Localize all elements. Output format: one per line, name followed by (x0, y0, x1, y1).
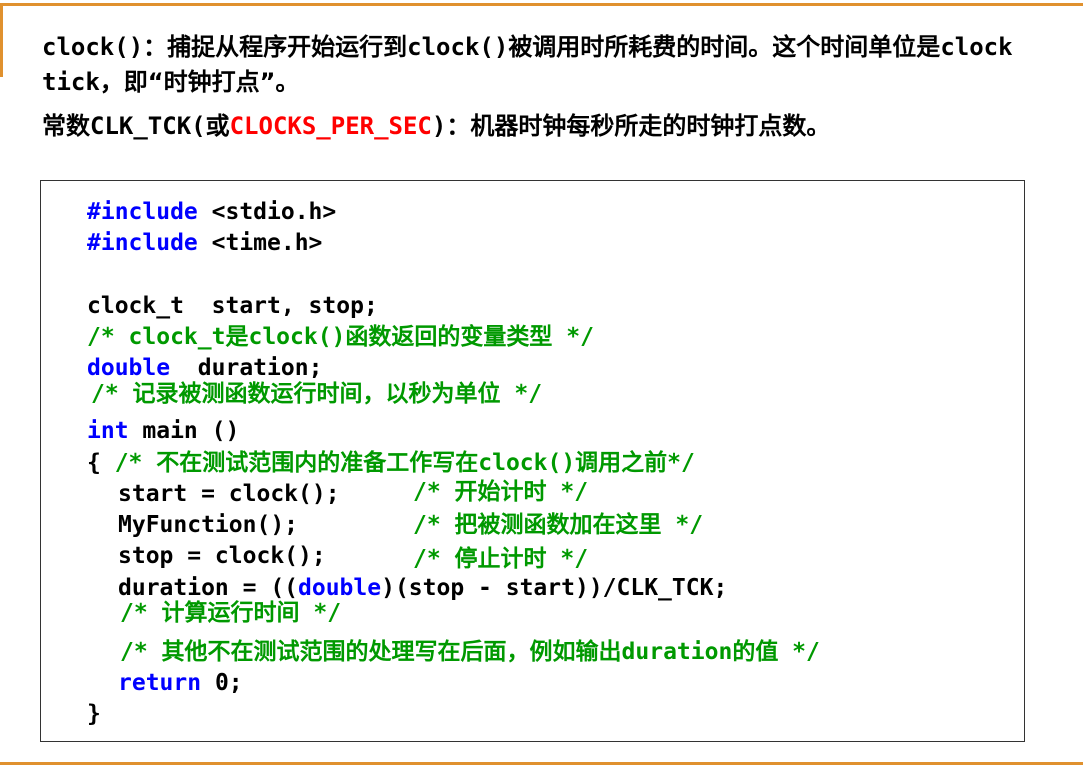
code-line-brace-close: } (87, 701, 101, 727)
main-signature: main () (128, 418, 240, 444)
intro-text-1a: ：捕捉从程序开始运行到 (143, 33, 408, 61)
left-accent-mark (0, 3, 3, 77)
code-line-duration-decl: double duration; (87, 354, 322, 382)
top-accent-rule (0, 3, 1083, 6)
code-comment-myfunction: /* 把被测函数加在这里 */ (413, 512, 704, 538)
duration-decl-rest: duration; (170, 355, 323, 381)
code-line-include-stdio: #include <stdio.h> (87, 198, 336, 226)
intro-text-1b: 被调用时所耗费的时间。这个时间单位是 (508, 33, 941, 61)
intro-paragraph-2: 常数CLK_TCK(或CLOCKS_PER_SEC)：机器时钟每秒所走的时钟打点… (42, 109, 1052, 144)
bottom-accent-rule (0, 762, 1083, 765)
keyword-return: return (118, 670, 202, 696)
intro-text-2a: 常数 (42, 112, 90, 140)
include-target: <time.h> (197, 230, 323, 256)
code-line-stop: stop = clock(); (118, 543, 326, 569)
code-line-return: return 0; (118, 669, 243, 697)
intro-code-close-paren: ) (431, 112, 447, 140)
keyword-include: #include (87, 199, 198, 225)
code-line-duration-calc: duration = ((double)(stop - start))/CLK_… (118, 574, 727, 602)
intro-code-clock-2: clock() (407, 33, 509, 61)
code-block: #include <stdio.h> #include <time.h> clo… (40, 180, 1025, 742)
intro-text-2b: ：机器时钟每秒所走的时钟打点数。 (446, 112, 831, 140)
code-comment-calc: /* 计算运行时间 */ (120, 600, 342, 626)
code-line-main: int main () (87, 417, 239, 445)
code-comment-start: /* 开始计时 */ (413, 479, 589, 505)
keyword-include: #include (87, 230, 198, 256)
code-line-brace-open: { /* 不在测试范围内的准备工作写在clock()调用之前*/ (87, 449, 695, 477)
code-line-include-time: #include <time.h> (87, 229, 322, 257)
duration-calc-a: duration = (( (118, 575, 299, 601)
intro-code-clocks-per-sec: CLOCKS_PER_SEC (229, 112, 432, 140)
intro-paragraph-1: clock()：捕捉从程序开始运行到clock()被调用时所耗费的时间。这个时间… (42, 30, 1052, 100)
intro-text-or: 或 (205, 112, 230, 140)
brace-open: { (87, 450, 101, 476)
code-line-myfunction: MyFunction(); (118, 512, 299, 538)
return-value: 0; (201, 670, 243, 696)
intro-text-1c: ，即“时钟打点”。 (99, 68, 300, 96)
code-comment-duration: /* 记录被测函数运行时间，以秒为单位 */ (91, 381, 543, 407)
intro-code-clock: clock() (42, 33, 144, 61)
code-line-clock-decl: clock_t start, stop; (87, 293, 378, 319)
keyword-int: int (87, 418, 129, 444)
intro-code-clk-tck: CLK_TCK( (90, 112, 206, 140)
code-comment-clock-type: /* clock_t是clock()函数返回的变量类型 */ (87, 324, 594, 350)
code-comment-stop: /* 停止计时 */ (413, 546, 589, 572)
code-comment-prep: /* 不在测试范围内的准备工作写在clock()调用之前*/ (100, 450, 695, 476)
code-comment-other: /* 其他不在测试范围的处理写在后面，例如输出duration的值 */ (120, 639, 820, 665)
intro-text: clock()：捕捉从程序开始运行到clock()被调用时所耗费的时间。这个时间… (42, 30, 1052, 144)
duration-calc-b: )(stop - start))/CLK_TCK; (381, 575, 728, 601)
include-target: <stdio.h> (197, 199, 337, 225)
code-line-start: start = clock(); (118, 481, 340, 507)
keyword-double: double (298, 575, 382, 601)
keyword-double: double (87, 355, 171, 381)
